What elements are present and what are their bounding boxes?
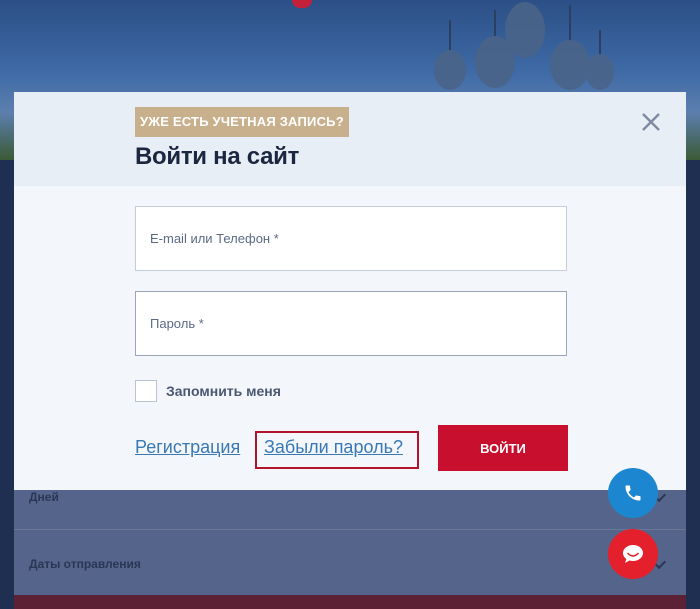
modal-title: Войти на сайт xyxy=(135,143,300,170)
chat-button[interactable] xyxy=(608,529,658,579)
email-field[interactable] xyxy=(135,206,567,271)
bottom-bar xyxy=(14,595,686,609)
remember-me-checkbox[interactable] xyxy=(135,380,157,402)
filter-row-label: Даты отправления xyxy=(29,556,141,571)
modal-header xyxy=(14,92,686,186)
filter-row-departure-dates: Даты отправления xyxy=(14,529,686,597)
register-link[interactable]: Регистрация xyxy=(135,437,240,458)
login-modal: УЖЕ ЕСТЬ УЧЕТНАЯ ЗАПИСЬ? Войти на сайт З… xyxy=(14,92,686,490)
phone-icon xyxy=(625,485,641,501)
chat-icon xyxy=(623,545,643,563)
remember-me-label: Запомнить меня xyxy=(166,383,281,399)
password-input[interactable] xyxy=(150,316,566,331)
close-icon xyxy=(642,113,660,131)
password-field[interactable] xyxy=(135,291,567,356)
logo xyxy=(292,0,312,8)
login-button[interactable]: ВОЙТИ xyxy=(438,425,568,471)
account-badge: УЖЕ ЕСТЬ УЧЕТНАЯ ЗАПИСЬ? xyxy=(135,107,349,137)
close-button[interactable] xyxy=(639,110,663,134)
filter-row-label: Дней xyxy=(29,489,59,504)
email-input[interactable] xyxy=(150,231,566,246)
phone-button[interactable] xyxy=(608,468,658,518)
church-domes-image xyxy=(434,2,614,90)
remember-me: Запомнить меня xyxy=(135,380,281,402)
forgot-password-link[interactable]: Забыли пароль? xyxy=(264,437,403,458)
